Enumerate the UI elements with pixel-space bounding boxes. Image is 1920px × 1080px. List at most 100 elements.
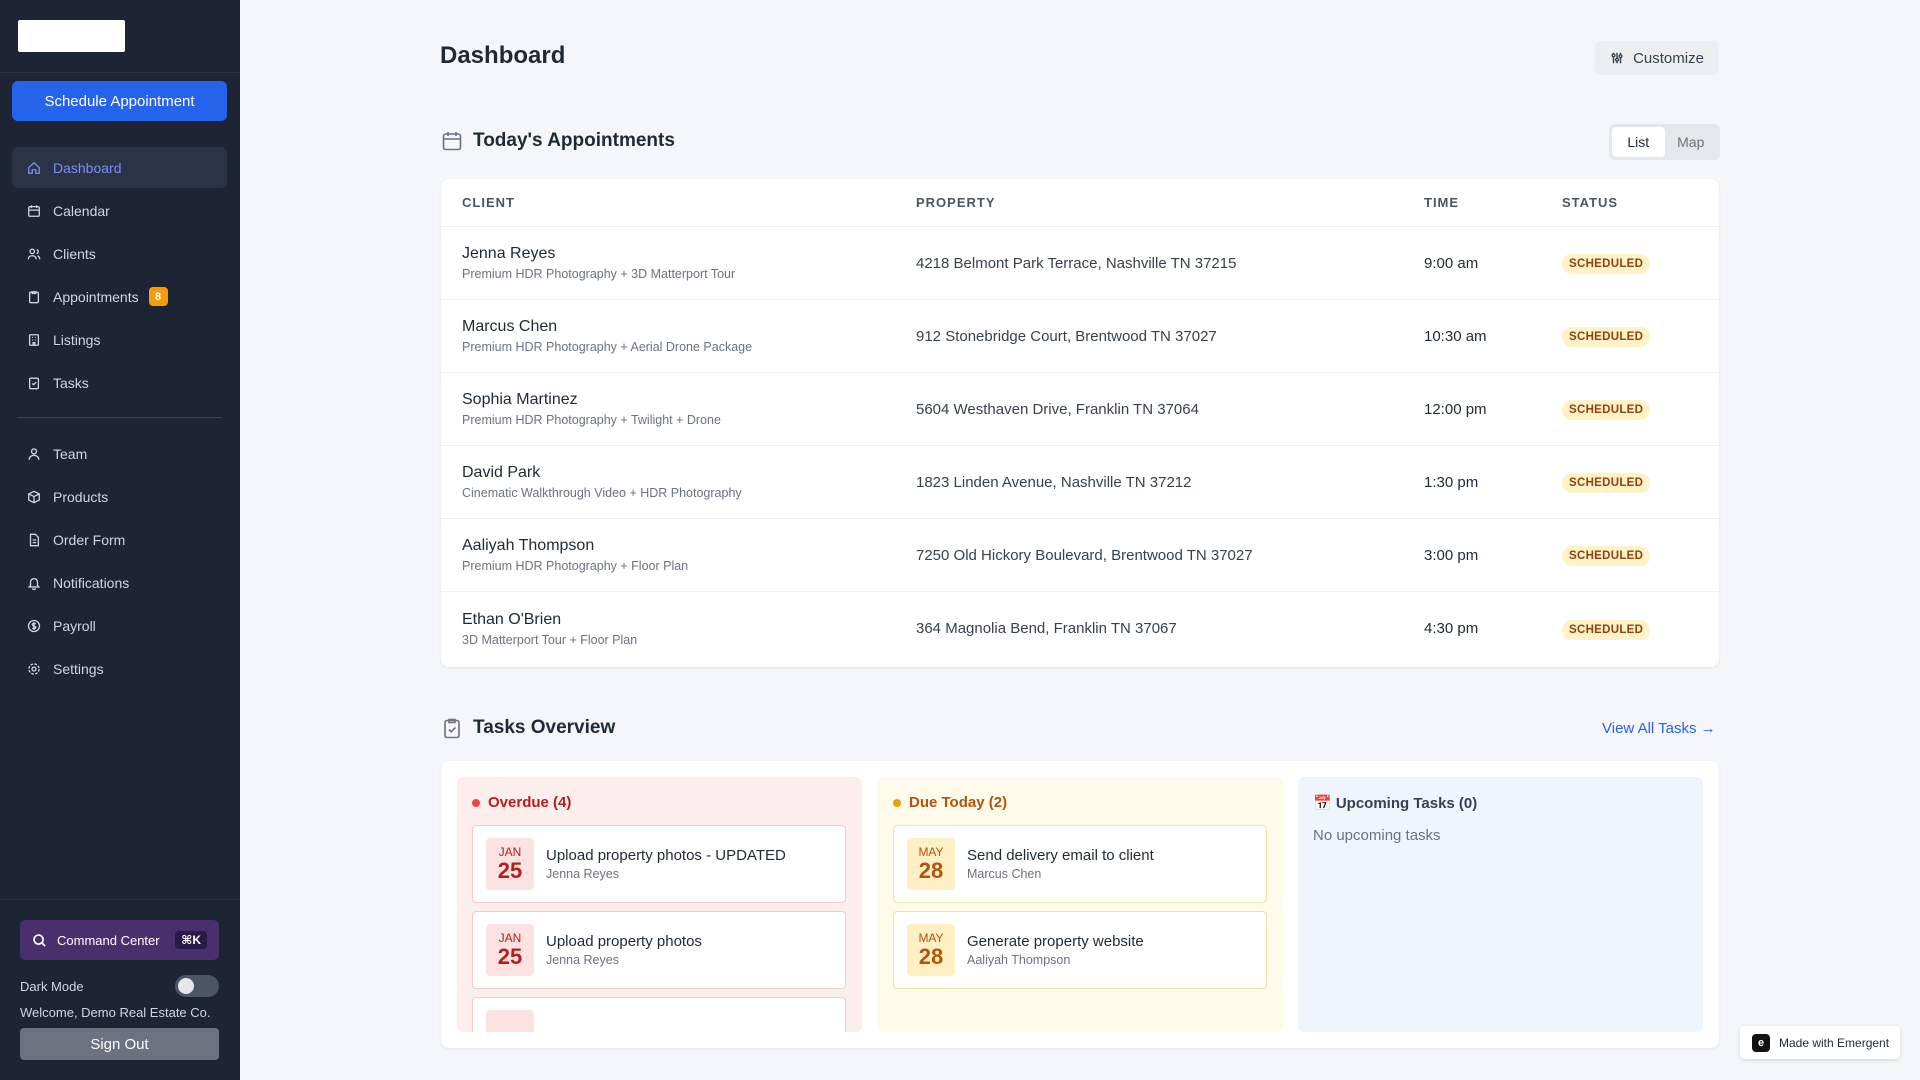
task-card[interactable]: JAN 25 Upload property photos Jenna Reye… bbox=[472, 911, 846, 989]
column-header-status: STATUS bbox=[1562, 195, 1619, 210]
sidebar-item-label: Payroll bbox=[53, 617, 96, 634]
sidebar-item-payroll[interactable]: Payroll bbox=[12, 605, 227, 646]
task-day: 25 bbox=[497, 858, 523, 883]
task-date bbox=[486, 1010, 534, 1032]
dark-mode-label: Dark Mode bbox=[20, 978, 84, 994]
task-month: JAN bbox=[498, 931, 522, 945]
task-card[interactable]: MAY 28 Send delivery email to client Mar… bbox=[893, 825, 1267, 903]
client-cell: Jenna Reyes Premium HDR Photography + 3D… bbox=[462, 245, 735, 281]
sign-out-button[interactable]: Sign Out bbox=[20, 1028, 219, 1060]
view-toggle: List Map bbox=[1609, 124, 1720, 160]
property-address: 5604 Westhaven Drive, Franklin TN 37064 bbox=[916, 400, 1199, 418]
table-row[interactable]: David Park Cinematic Walkthrough Video +… bbox=[441, 446, 1719, 519]
clipboard-check-icon bbox=[27, 376, 41, 390]
upcoming-column: 📅 Upcoming Tasks (0) No upcoming tasks bbox=[1298, 777, 1703, 1032]
sidebar-item-products[interactable]: Products bbox=[12, 476, 227, 517]
welcome-text: Welcome, Demo Real Estate Co. bbox=[20, 1005, 211, 1020]
sidebar-item-label: Products bbox=[53, 488, 109, 505]
made-with-label: Made with Emergent bbox=[1779, 1035, 1890, 1050]
sidebar-item-team[interactable]: Team bbox=[12, 433, 227, 474]
property-address: 7250 Old Hickory Boulevard, Brentwood TN… bbox=[916, 546, 1253, 564]
task-month: MAY bbox=[918, 931, 944, 945]
sidebar-item-clients[interactable]: Clients bbox=[12, 233, 227, 274]
service-description: 3D Matterport Tour + Floor Plan bbox=[462, 632, 638, 647]
tasks-title: Tasks Overview bbox=[473, 717, 616, 738]
sidebar-item-settings[interactable]: Settings bbox=[12, 648, 227, 689]
page-title: Dashboard bbox=[440, 42, 566, 69]
logo[interactable] bbox=[18, 20, 125, 52]
property-address: 364 Magnolia Bend, Franklin TN 37067 bbox=[916, 620, 1177, 637]
client-cell: David Park Cinematic Walkthrough Video +… bbox=[462, 464, 742, 500]
sidebar-item-label: Clients bbox=[53, 245, 96, 262]
sidebar-item-label: Tasks bbox=[53, 374, 89, 391]
task-date: MAY 28 bbox=[907, 838, 955, 890]
sidebar: Schedule Appointment Dashboard Calendar … bbox=[0, 0, 240, 1080]
client-cell: Sophia Martinez Premium HDR Photography … bbox=[462, 391, 721, 427]
dark-mode-toggle[interactable] bbox=[175, 975, 219, 997]
sidebar-item-dashboard[interactable]: Dashboard bbox=[12, 147, 227, 188]
client-name: Ethan O'Brien bbox=[462, 610, 562, 628]
client-name: David Park bbox=[462, 464, 541, 481]
task-title: Upload property photos bbox=[546, 933, 702, 950]
table-row[interactable]: Jenna Reyes Premium HDR Photography + 3D… bbox=[441, 227, 1719, 300]
sidebar-item-calendar[interactable]: Calendar bbox=[12, 190, 227, 231]
service-description: Premium HDR Photography + 3D Matterport … bbox=[462, 267, 736, 281]
search-icon bbox=[33, 933, 46, 947]
sidebar-item-label: Team bbox=[53, 445, 88, 462]
task-date: MAY 28 bbox=[907, 924, 955, 976]
sidebar-item-listings[interactable]: Listings bbox=[12, 319, 227, 360]
view-all-tasks-link[interactable]: View All Tasks → bbox=[1602, 720, 1716, 737]
table-row[interactable]: Aaliyah Thompson Premium HDR Photography… bbox=[441, 519, 1719, 592]
client-cell: Marcus Chen Premium HDR Photography + Ae… bbox=[462, 318, 752, 354]
due-today-title: Due Today (2) bbox=[893, 794, 1007, 811]
task-info: Generate property website Aaliyah Thomps… bbox=[967, 933, 1144, 967]
bell-icon bbox=[27, 576, 41, 590]
document-icon bbox=[27, 533, 41, 547]
sidebar-item-label: Appointments bbox=[53, 288, 139, 305]
appointments-count-badge: 8 bbox=[148, 287, 168, 306]
map-view-button[interactable]: Map bbox=[1665, 127, 1718, 157]
list-view-button[interactable]: List bbox=[1612, 127, 1665, 157]
tasks-header: Tasks Overview bbox=[441, 717, 615, 739]
task-client: Jenna Reyes bbox=[546, 953, 619, 967]
schedule-appointment-button[interactable]: Schedule Appointment bbox=[12, 81, 227, 121]
client-cell: Aaliyah Thompson Premium HDR Photography… bbox=[462, 537, 688, 573]
client-name: Aaliyah Thompson bbox=[462, 537, 595, 554]
table-header: CLIENT PROPERTY TIME STATUS bbox=[441, 179, 1719, 227]
service-description: Premium HDR Photography + Aerial Drone P… bbox=[462, 340, 753, 354]
appointment-time: 9:00 am bbox=[1424, 254, 1479, 272]
task-card[interactable]: JAN 25 Upload property photos - UPDATED … bbox=[472, 825, 846, 903]
task-card[interactable]: MAY 28 Generate property website Aaliyah… bbox=[893, 911, 1267, 989]
overdue-label: Overdue (4) bbox=[488, 794, 572, 811]
status-badge: SCHEDULED bbox=[1562, 473, 1651, 493]
due-today-label: Due Today (2) bbox=[909, 794, 1008, 811]
property-address: 1823 Linden Avenue, Nashville TN 37212 bbox=[916, 473, 1192, 491]
task-card[interactable] bbox=[472, 997, 846, 1032]
building-icon bbox=[27, 333, 41, 347]
sidebar-item-notifications[interactable]: Notifications bbox=[12, 562, 227, 603]
appointment-time: 10:30 am bbox=[1424, 327, 1487, 345]
made-with-emergent-badge[interactable]: e Made with Emergent bbox=[1740, 1026, 1900, 1059]
sidebar-item-label: Order Form bbox=[53, 531, 126, 548]
keyboard-shortcut: ⌘K bbox=[175, 931, 207, 949]
sidebar-item-tasks[interactable]: Tasks bbox=[12, 362, 227, 403]
status-badge: SCHEDULED bbox=[1562, 327, 1651, 347]
task-info: Send delivery email to client Marcus Che… bbox=[967, 847, 1154, 881]
empty-state-text: No upcoming tasks bbox=[1313, 827, 1441, 844]
table-row[interactable]: Marcus Chen Premium HDR Photography + Ae… bbox=[441, 300, 1719, 373]
client-name: Marcus Chen bbox=[462, 318, 558, 335]
task-month: MAY bbox=[918, 845, 944, 859]
sidebar-item-order-form[interactable]: Order Form bbox=[12, 519, 227, 560]
command-center-button[interactable]: Command Center ⌘K bbox=[20, 920, 219, 960]
package-icon bbox=[27, 490, 41, 504]
appointments-header: Today's Appointments bbox=[441, 130, 675, 152]
customize-button[interactable]: Customize bbox=[1595, 41, 1719, 75]
table-row[interactable]: Ethan O'Brien 3D Matterport Tour + Floor… bbox=[441, 592, 1719, 665]
service-description: Cinematic Walkthrough Video + HDR Photog… bbox=[462, 486, 742, 500]
users-icon bbox=[27, 247, 41, 261]
client-cell: Ethan O'Brien 3D Matterport Tour + Floor… bbox=[462, 611, 637, 647]
table-row[interactable]: Sophia Martinez Premium HDR Photography … bbox=[441, 373, 1719, 446]
status-badge: SCHEDULED bbox=[1562, 254, 1651, 274]
task-date: JAN 25 bbox=[486, 924, 534, 976]
sidebar-item-appointments[interactable]: Appointments 8 bbox=[12, 276, 227, 317]
